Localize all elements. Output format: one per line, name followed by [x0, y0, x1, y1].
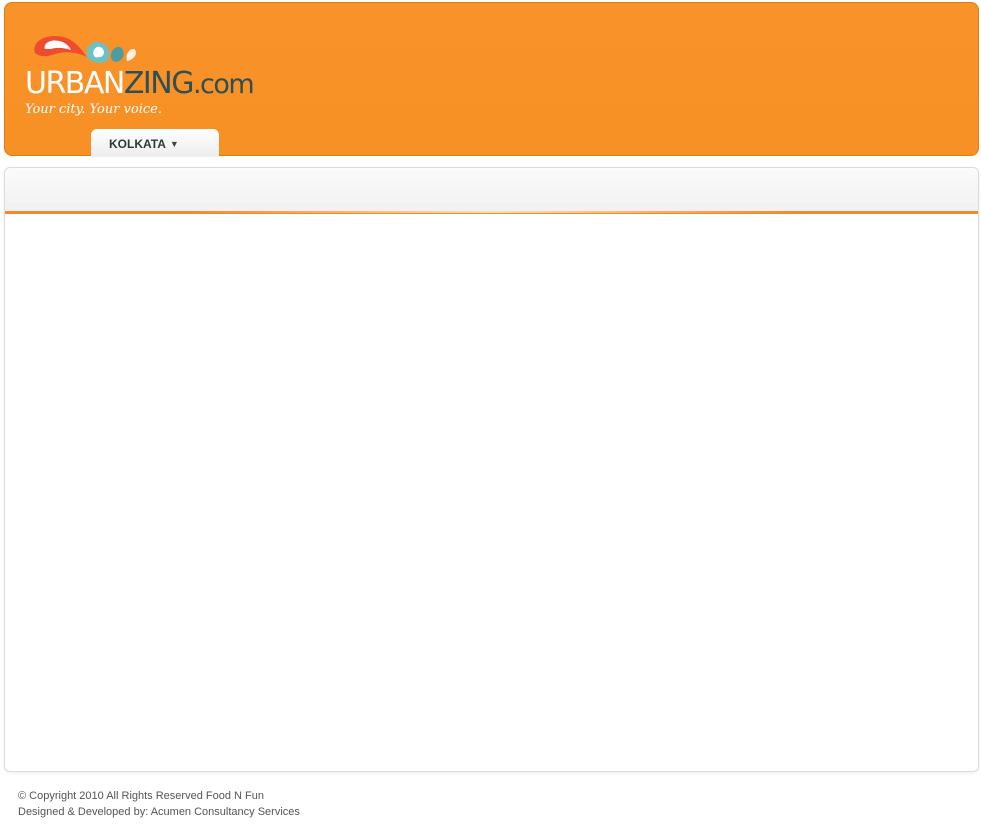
sub-navigation-bar	[5, 168, 978, 214]
logo-text-urban: URBAN	[25, 66, 125, 101]
main-content-panel	[4, 167, 979, 772]
logo-tagline: Your city. Your voice.	[25, 102, 162, 117]
urbanzing-logo[interactable]: URBANZING.com Your city. Your voice.	[23, 31, 255, 123]
logo-wordmark: URBANZING.com	[25, 66, 255, 102]
site-header: URBANZING.com Your city. Your voice. KOL…	[4, 2, 979, 157]
city-selector-label: KOLKATA	[109, 137, 166, 151]
page: URBANZING.com Your city. Your voice. KOL…	[0, 0, 981, 830]
logo-drops-icon	[34, 35, 137, 64]
logo-text-zing: ZING	[123, 66, 195, 101]
city-selector-tab[interactable]: KOLKATA ▼	[91, 129, 219, 157]
footer-credits: Designed & Developed by: Acumen Consulta…	[18, 806, 300, 818]
site-footer: © Copyright 2010 All Rights Reserved Foo…	[18, 788, 300, 820]
dropdown-arrow-icon: ▼	[169, 139, 179, 149]
logo-text-com: .com	[192, 69, 255, 100]
subnav-divider	[185, 211, 798, 213]
footer-copyright: © Copyright 2010 All Rights Reserved Foo…	[18, 790, 264, 802]
